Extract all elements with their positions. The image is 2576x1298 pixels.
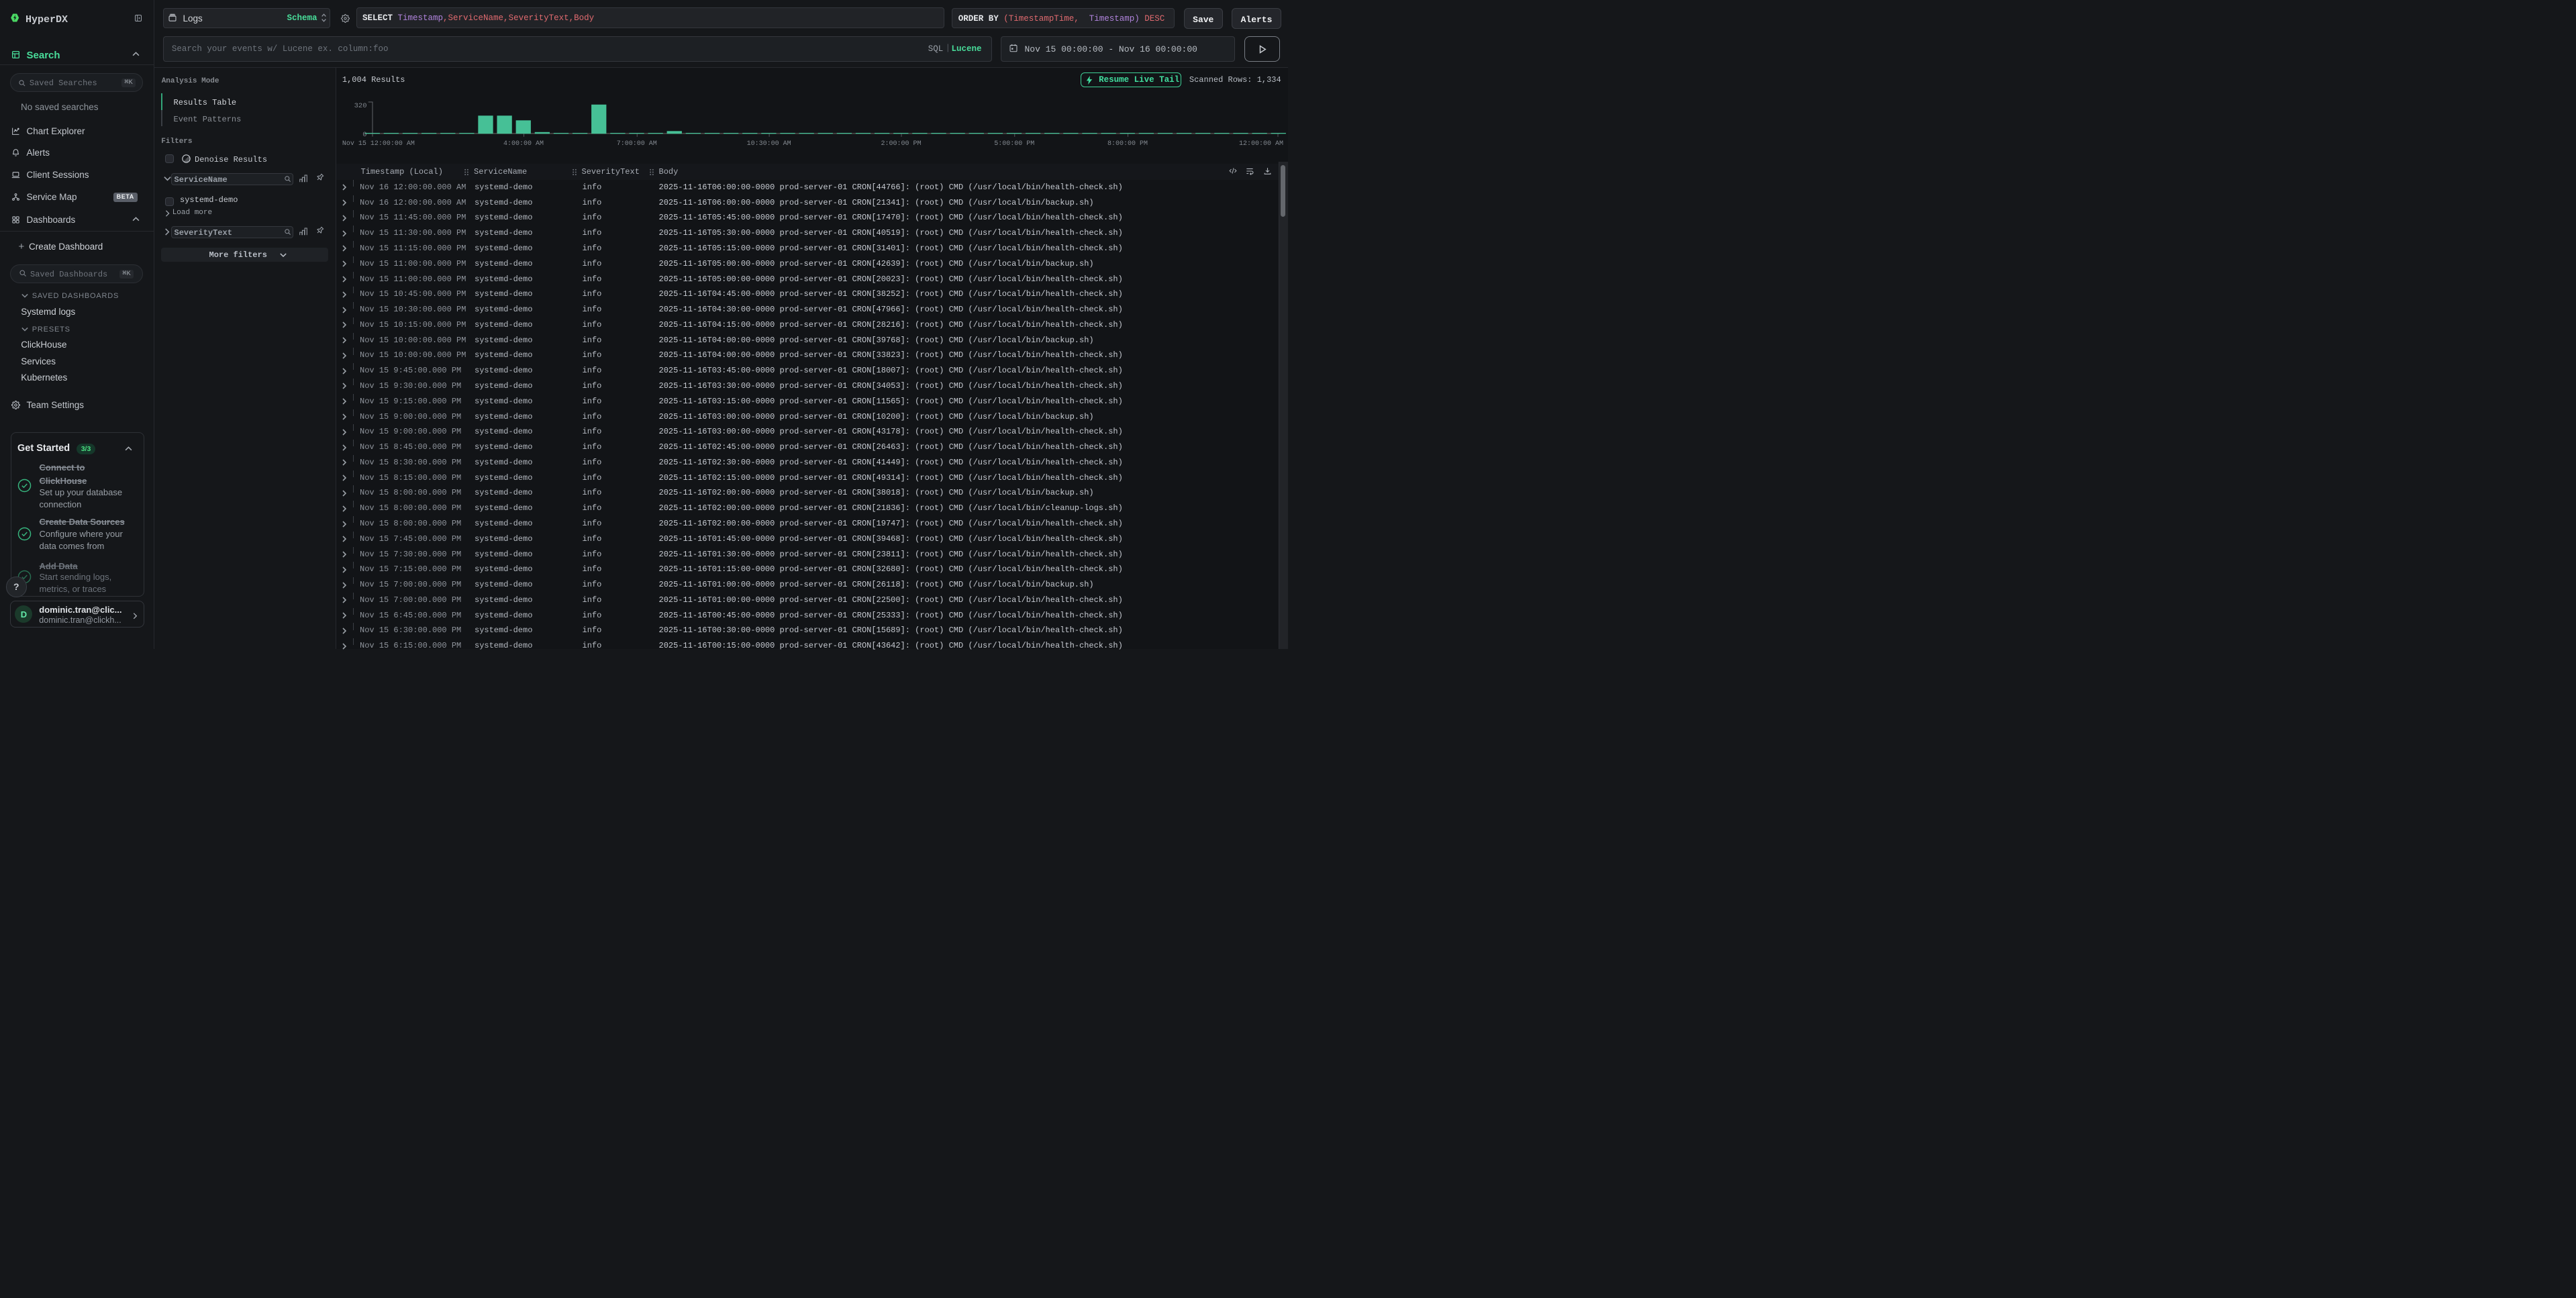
svg-text:0: 0: [362, 131, 366, 139]
svg-text:2:00:00 PM: 2:00:00 PM: [881, 140, 921, 148]
svg-text:10:30:00 AM: 10:30:00 AM: [747, 140, 791, 148]
svg-text:4:00:00 AM: 4:00:00 AM: [503, 140, 544, 148]
svg-text:320: 320: [354, 102, 367, 110]
svg-text:7:00:00 AM: 7:00:00 AM: [617, 140, 657, 148]
svg-text:Nov 15 12:00:00 AM: Nov 15 12:00:00 AM: [342, 140, 415, 148]
svg-text:5:00:00 PM: 5:00:00 PM: [994, 140, 1034, 148]
svg-text:8:00:00 PM: 8:00:00 PM: [1107, 140, 1148, 148]
svg-text:12:00:00 AM: 12:00:00 AM: [1239, 140, 1283, 148]
